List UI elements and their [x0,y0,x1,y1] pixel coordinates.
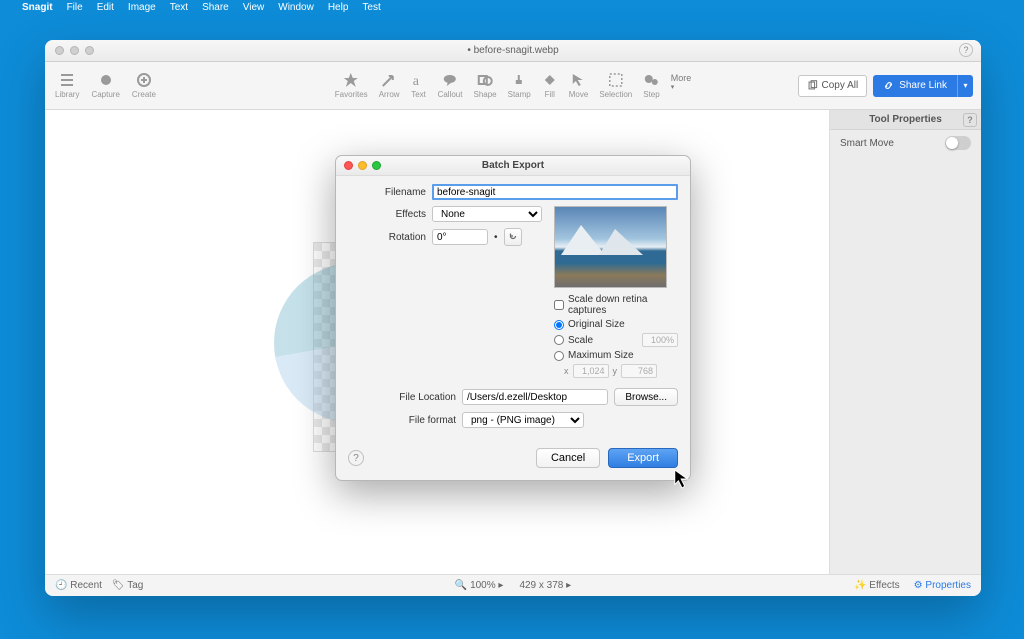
max-size-radio[interactable] [554,351,564,361]
smart-move-label: Smart Move [840,138,894,149]
editor-toolbar: Library Capture Create Favorites Arrow a [45,62,981,110]
menu-view[interactable]: View [243,2,265,13]
menu-help[interactable]: Help [328,2,349,13]
browse-button[interactable]: Browse... [614,388,678,406]
shape-icon [477,72,493,88]
share-link-button[interactable]: Share Link [873,75,957,97]
rotate-icon [508,231,518,241]
fill-icon [542,72,558,88]
rotation-dot-icon: • [494,232,498,243]
titlebar-help-button[interactable]: ? [959,43,973,57]
arrow-icon [381,72,397,88]
app-menu[interactable]: Snagit [22,2,53,13]
rotation-reset-button[interactable] [504,228,522,246]
tool-favorites[interactable]: Favorites [335,72,368,99]
file-format-label: File format [348,415,456,426]
dialog-title: Batch Export [336,160,690,171]
dimensions-readout[interactable]: 429 x 378 ▸ [519,580,571,591]
file-location-input[interactable] [462,389,608,405]
menu-text[interactable]: Text [170,2,188,13]
effects-label: Effects [348,209,426,220]
cancel-button[interactable]: Cancel [536,448,600,468]
macos-menubar[interactable]: Snagit File Edit Image Text Share View W… [0,0,1024,14]
statusbar: 🕘 Recent 🏷 Tag 🔍 100% ▸ 429 x 378 ▸ ✨ Ef… [45,574,981,596]
copy-all-button[interactable]: Copy All [798,75,868,97]
scale-percent-input [642,333,678,347]
menu-image[interactable]: Image [128,2,156,13]
toolbar-more[interactable]: More▾ [671,73,692,99]
capture-icon [98,72,114,88]
scale-retina-checkbox[interactable] [554,300,564,310]
tool-text[interactable]: a Text [411,72,427,99]
original-size-radio[interactable] [554,320,564,330]
selection-icon [608,72,624,88]
create-button[interactable]: Create [132,72,156,99]
text-icon: a [411,72,427,88]
move-icon [571,72,587,88]
library-button[interactable]: Library [55,72,79,99]
menu-edit[interactable]: Edit [97,2,114,13]
x-dim-input [573,364,609,378]
recent-button[interactable]: 🕘 Recent [55,580,102,591]
filename-label: Filename [348,187,426,198]
menu-test[interactable]: Test [362,2,380,13]
properties-button[interactable]: ⚙ Properties [914,580,971,591]
tool-arrow[interactable]: Arrow [379,72,400,99]
tool-move[interactable]: Move [569,72,589,99]
effects-select[interactable]: None [432,206,542,222]
tool-selection[interactable]: Selection [599,72,632,99]
star-icon [343,72,359,88]
menu-window[interactable]: Window [278,2,314,13]
filename-input[interactable] [432,184,678,200]
y-dim-input [621,364,657,378]
scale-retina-label: Scale down retina captures [568,294,678,316]
x-dim-label: x [564,366,569,376]
callout-icon [442,72,458,88]
file-location-label: File Location [348,392,456,403]
menu-file[interactable]: File [67,2,83,13]
menu-share[interactable]: Share [202,2,229,13]
batch-export-dialog: Batch Export Filename Effects None Rotat… [335,155,691,481]
window-title: • before-snagit.webp [45,45,981,56]
window-titlebar[interactable]: • before-snagit.webp ? [45,40,981,62]
file-format-select[interactable]: png - (PNG image) [462,412,584,428]
library-label: Library [55,90,79,99]
max-size-label: Maximum Size [568,350,634,361]
original-size-label: Original Size [568,319,625,330]
tool-fill[interactable]: Fill [542,72,558,99]
link-icon [883,80,894,91]
preview-thumbnail [554,206,667,288]
tool-callout[interactable]: Callout [438,72,463,99]
scale-radio[interactable] [554,335,564,345]
tool-shape[interactable]: Shape [473,72,496,99]
y-dim-label: y [613,366,618,376]
share-link-dropdown[interactable]: ▾ [957,75,973,97]
library-icon [59,72,75,88]
create-icon [136,72,152,88]
tool-step[interactable]: Step [643,72,659,99]
stamp-icon [511,72,527,88]
zoom-control[interactable]: 🔍 100% ▸ [455,580,504,591]
smart-move-toggle[interactable] [945,136,971,150]
scale-label: Scale [568,335,593,346]
tool-properties-help[interactable]: ? [963,113,977,127]
capture-button[interactable]: Capture [91,72,119,99]
step-icon [643,72,659,88]
tool-properties-title: Tool Properties [869,114,942,125]
create-label: Create [132,90,156,99]
tag-button[interactable]: 🏷 Tag [112,580,143,591]
rotation-input[interactable] [432,229,488,245]
copy-icon [807,80,818,91]
effects-button[interactable]: ✨ Effects [854,580,900,591]
dialog-titlebar[interactable]: Batch Export [336,156,690,176]
rotation-label: Rotation [348,232,426,243]
export-button[interactable]: Export [608,448,678,468]
capture-label: Capture [91,90,119,99]
dialog-help-button[interactable]: ? [348,450,364,466]
tool-properties-panel: Tool Properties ? Smart Move [829,110,981,574]
svg-text:a: a [413,74,420,88]
tool-stamp[interactable]: Stamp [508,72,531,99]
